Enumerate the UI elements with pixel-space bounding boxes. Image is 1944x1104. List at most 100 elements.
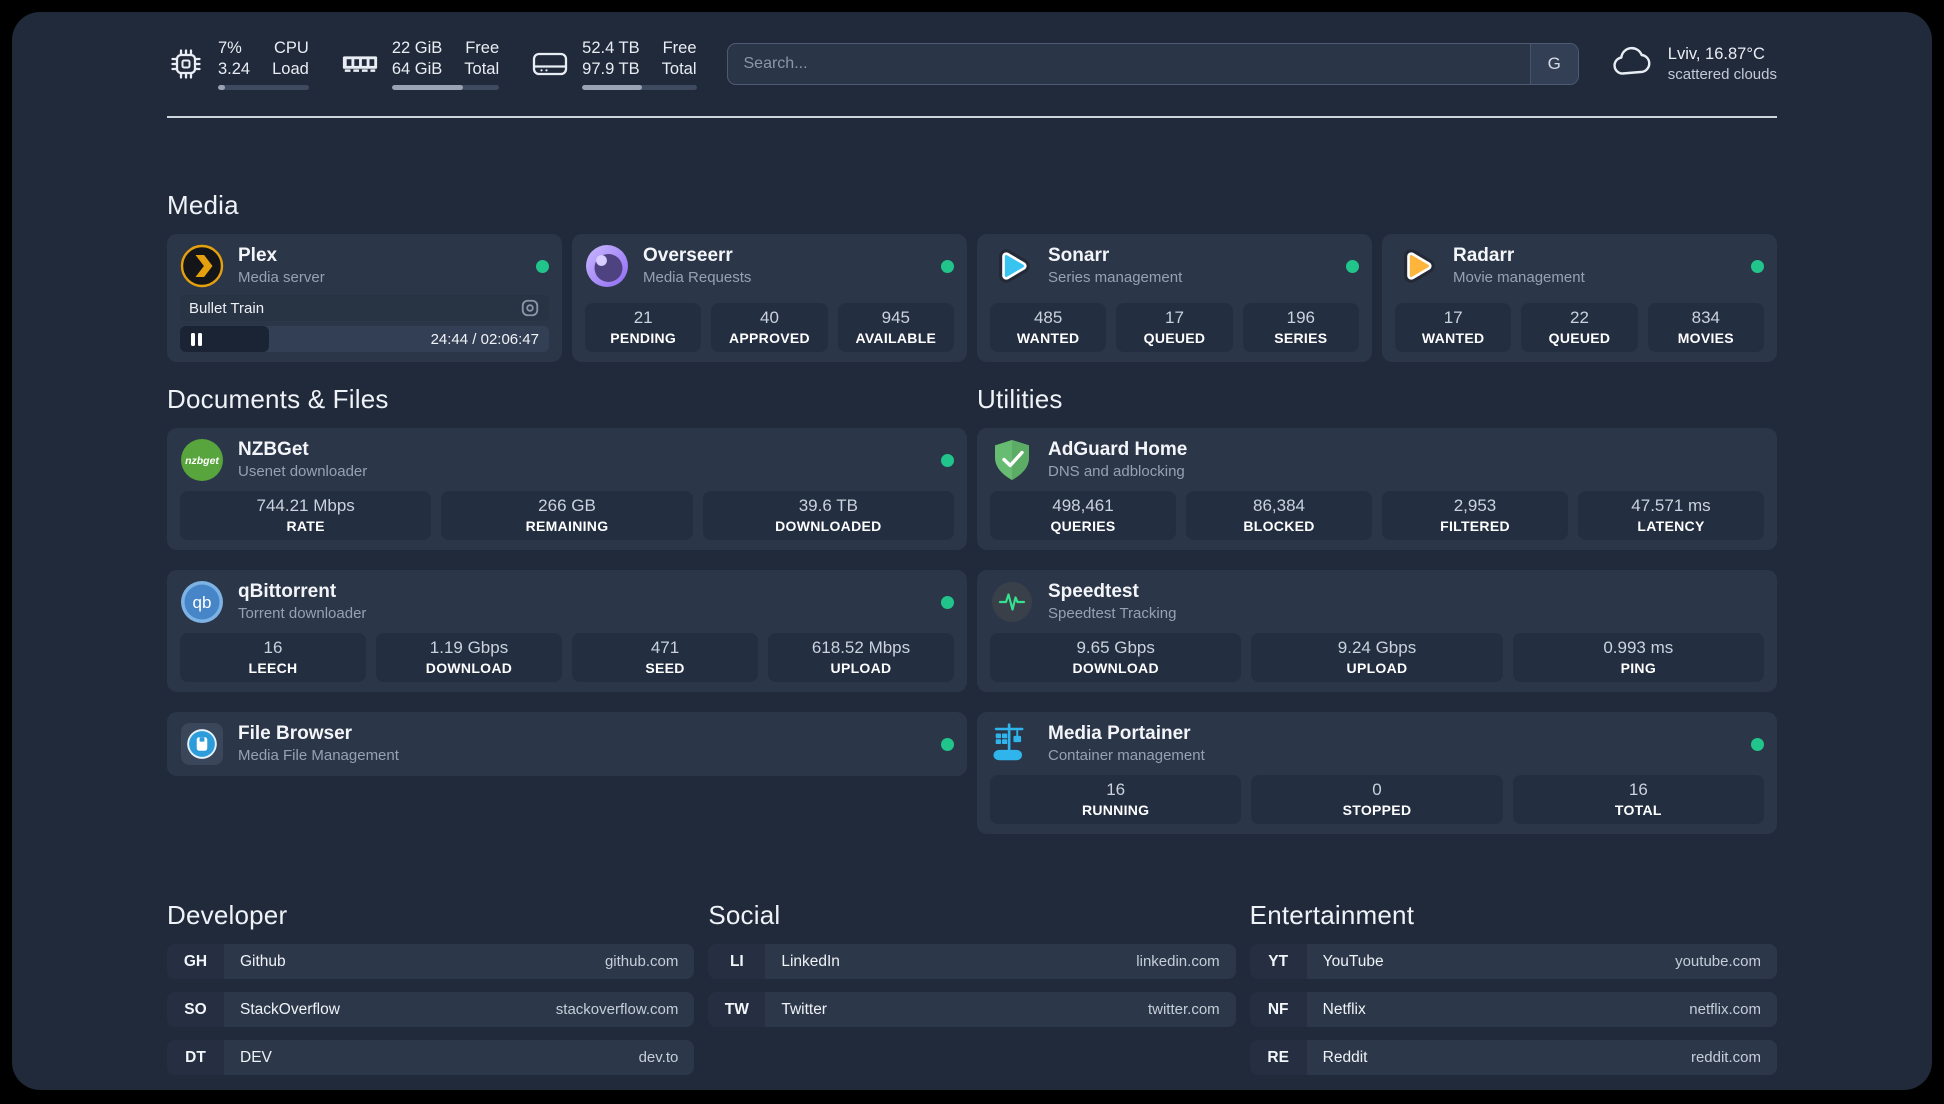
cpu-load-label: Load [272,60,309,78]
status-dot [941,259,954,273]
stat-box-approved: 40 APPROVED [711,303,828,352]
pause-icon[interactable] [191,332,202,346]
bookmark-url: youtube.com [1675,953,1761,970]
cpu-load-value: 3.24 [218,60,251,78]
app-title: File Browser [238,723,353,744]
playback-progress-bar: 24:44 / 02:06:47 [180,326,549,352]
app-subtitle: Usenet downloader [238,463,368,480]
stat-box-series: 196 SERIES [1242,303,1359,352]
stat-box-downloaded: 39.6 TB DOWNLOADED [702,491,954,540]
filebrowser-icon [180,722,224,766]
nzbget-card[interactable]: nzbget NZBGet Usenet downloader 744.21 M… [167,428,967,550]
stat-box-movies: 834 MOVIES [1647,303,1764,352]
sonarr-icon [990,244,1034,288]
portainer-card[interactable]: Media Portainer Container management 16 … [977,712,1777,834]
stat-box-total: 16 TOTAL [1512,775,1764,824]
stat-box-queued: 17 QUEUED [1116,303,1233,352]
bookmark-tag: NF [1249,992,1307,1027]
disk-total-label: Total [661,60,697,78]
speedtest-card[interactable]: Speedtest Speedtest Tracking 9.65 Gbps D… [977,570,1777,692]
disk-free-label: Free [662,39,697,57]
bookmark-stackoverflow[interactable]: SO StackOverflow stackoverflow.com [167,992,695,1027]
app-subtitle: DNS and adblocking [1048,463,1185,480]
app-subtitle: Container management [1048,747,1205,764]
documents-section-title: Documents & Files [167,384,389,414]
cloud-icon [1609,45,1655,84]
plex-card[interactable]: Plex Media server Bullet Train 24:44 / 0… [167,234,562,362]
app-subtitle: Media server [238,269,325,286]
stat-box-available: 945 AVAILABLE [837,303,954,352]
bookmark-name: Twitter [781,1000,827,1018]
stat-box-download: 9.65 Gbps DOWNLOAD [990,633,1242,682]
bookmark-linkedin[interactable]: LI LinkedIn linkedin.com [708,944,1236,979]
system-stats: 7% CPU 3.24 Load 22 GiB Free 64 GiB Tota… [167,38,697,90]
stat-box-remaining: 266 GB REMAINING [441,491,693,540]
adguard-card[interactable]: AdGuard Home DNS and adblocking 498,461 … [977,428,1777,550]
ram-progress-bar [391,85,500,90]
app-subtitle: Media Requests [643,269,752,286]
disk-total-value: 97.9 TB [582,60,640,78]
stat-box-leech: 16 LEECH [180,633,366,682]
utilities-section-title: Utilities [977,384,1063,414]
app-title: Speedtest [1048,581,1139,602]
social-section-title: Social [708,900,781,930]
stat-box-filtered: 2,953 FILTERED [1382,491,1568,540]
bookmark-twitter[interactable]: TW Twitter twitter.com [708,992,1236,1027]
stat-box-running: 16 RUNNING [990,775,1242,824]
ram-total-label: Total [464,60,500,78]
playback-time: 24:44 / 02:06:47 [430,330,539,348]
bookmark-name: LinkedIn [781,952,840,970]
nzbget-icon: nzbget [180,438,224,482]
adguard-icon [990,438,1034,482]
status-dot [941,737,954,751]
app-title: NZBGet [238,439,309,460]
bookmark-name: Netflix [1322,1000,1366,1018]
overseerr-card[interactable]: Overseerr Media Requests 21 PENDING 40 A… [572,234,967,362]
cpu-icon [167,45,205,83]
stat-box-ping: 0.993 ms PING [1512,633,1764,682]
ram-free-label: Free [465,39,500,57]
bookmark-netflix[interactable]: NF Netflix netflix.com [1249,992,1777,1027]
bookmark-tag: SO [167,992,224,1027]
filebrowser-card[interactable]: File Browser Media File Management [167,712,967,776]
developer-section-title: Developer [167,900,288,930]
stat-box-latency: 47.571 ms LATENCY [1578,491,1764,540]
disk-progress-bar [582,85,697,90]
ram-total-value: 64 GiB [391,60,443,78]
disk-free-value: 52.4 TB [582,39,640,57]
stat-box-download: 1.19 Gbps DOWNLOAD [376,633,562,682]
bookmark-tag: DT [167,1040,224,1075]
section-media: Media Plex Media server Bullet Train 24:… [167,190,1777,362]
app-title: qBittorrent [238,581,337,602]
sonarr-card[interactable]: Sonarr Series management 485 WANTED 17 Q… [977,234,1372,362]
app-title: Plex [238,245,278,266]
bookmark-youtube[interactable]: YT YouTube youtube.com [1249,944,1777,979]
bookmark-github[interactable]: GH Github github.com [167,944,695,979]
app-title: Overseerr [643,245,733,266]
bookmark-name: Github [240,952,286,970]
section-entertainment: Entertainment YT YouTube youtube.com NF … [1249,900,1777,1075]
app-title: Sonarr [1048,245,1110,266]
ram-icon [341,45,379,83]
app-title: Radarr [1453,245,1515,266]
bookmark-tag: GH [167,944,224,979]
overseerr-icon [585,244,629,288]
search-input[interactable] [727,44,1530,84]
stat-box-upload: 9.24 Gbps UPLOAD [1251,633,1503,682]
radarr-card[interactable]: Radarr Movie management 17 WANTED 22 QUE… [1382,234,1777,362]
section-documents: Documents & Files nzbget NZBGet Usenet d… [167,384,967,834]
stat-box-queued: 22 QUEUED [1521,303,1638,352]
search-engine-button[interactable]: G [1529,44,1578,84]
bookmark-reddit[interactable]: RE Reddit reddit.com [1249,1040,1777,1075]
qbittorrent-card[interactable]: qb qBittorrent Torrent downloader 16 LEE… [167,570,967,692]
status-dot [941,453,954,467]
bookmark-url: stackoverflow.com [555,1001,679,1018]
section-developer: Developer GH Github github.com SO StackO… [167,900,695,1075]
bookmark-tag: TW [708,992,766,1027]
bookmark-dev[interactable]: DT DEV dev.to [167,1040,695,1075]
entertainment-section-title: Entertainment [1249,900,1415,930]
stat-box-wanted: 485 WANTED [990,303,1107,352]
bookmark-name: YouTube [1322,952,1384,970]
cpu-progress-bar [218,85,309,90]
disk-icon [531,45,569,83]
